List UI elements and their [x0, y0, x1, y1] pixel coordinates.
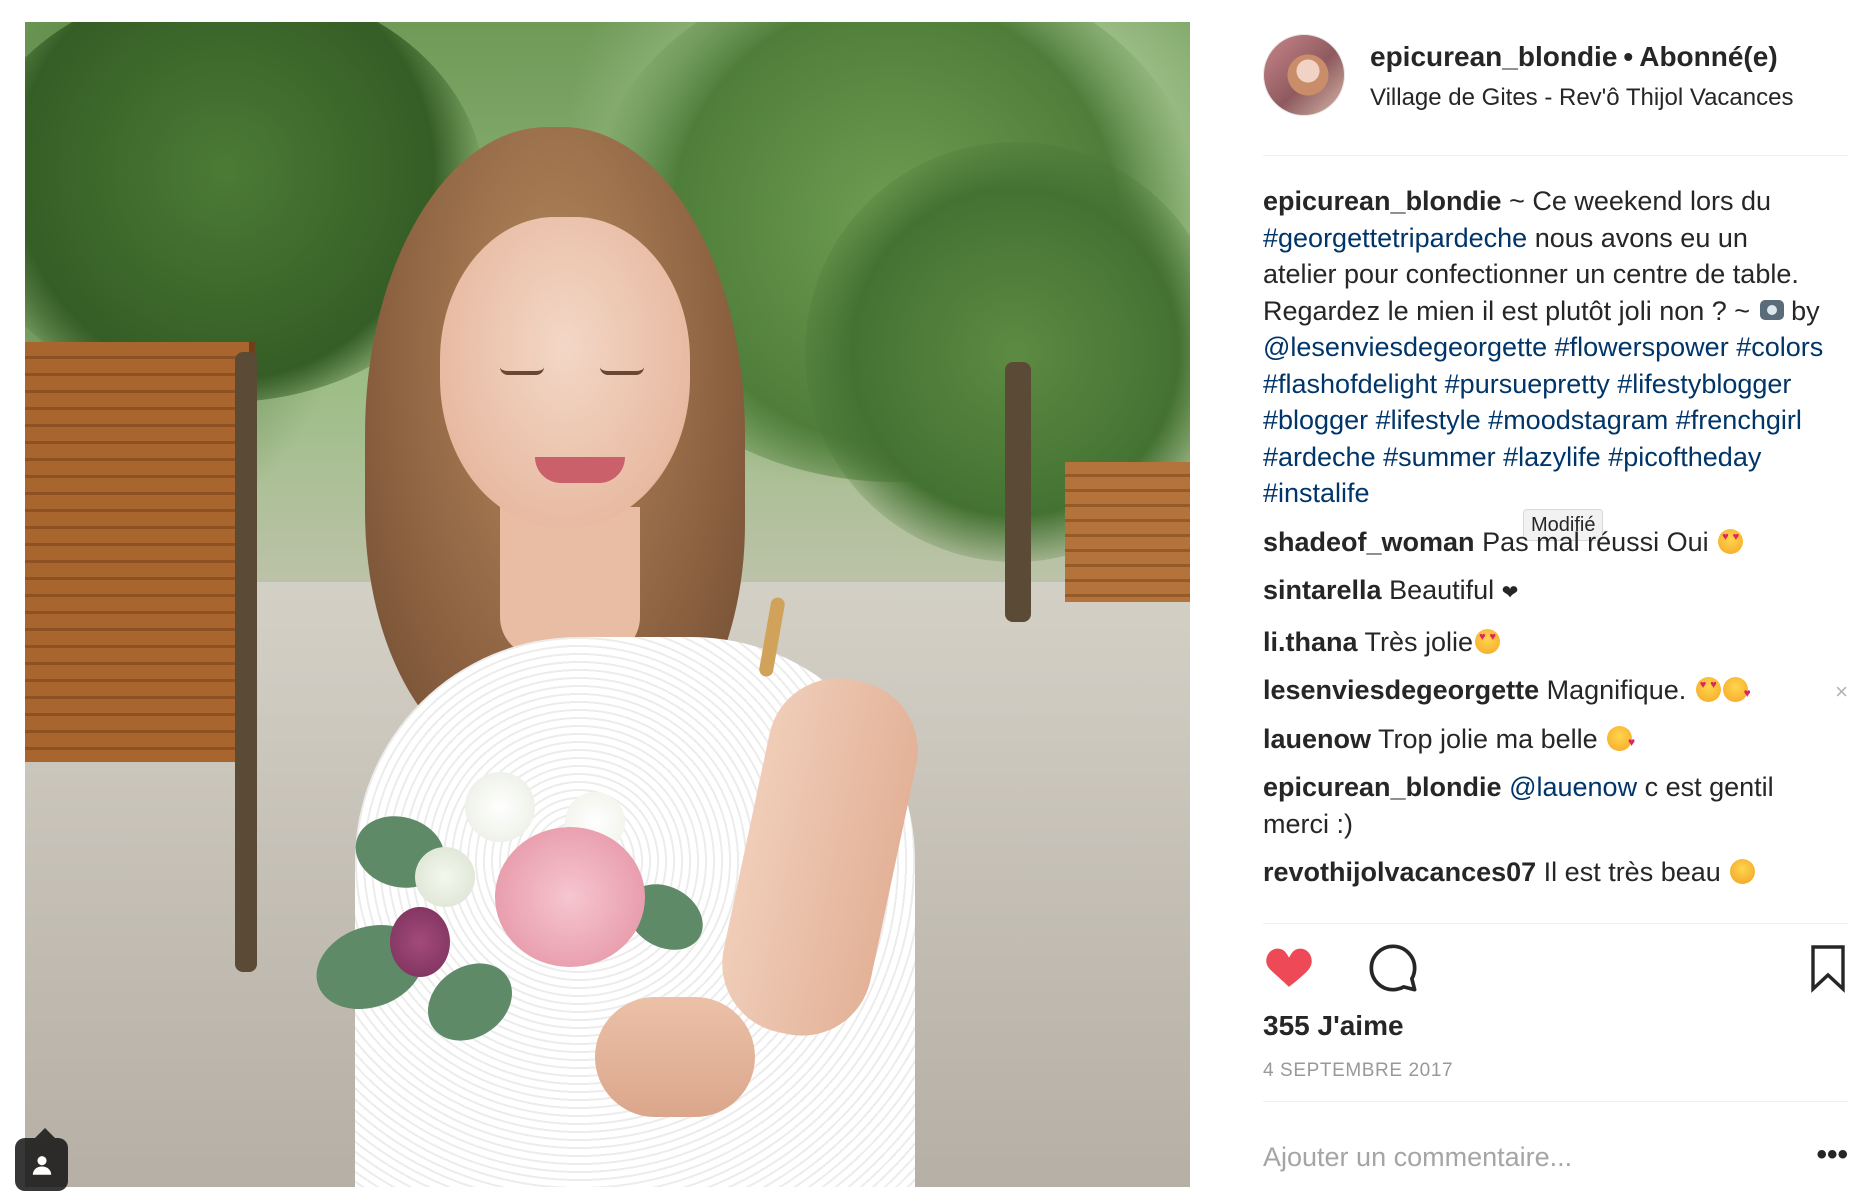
divider	[1263, 1101, 1848, 1102]
caption-text: ~ Ce weekend lors du	[1509, 186, 1771, 216]
author-username[interactable]: epicurean_blondie	[1370, 41, 1617, 72]
photo-bouquet	[295, 717, 795, 1117]
more-options-button[interactable]: •••	[1816, 1140, 1848, 1170]
author-line: epicurean_blondie • Abonné(e)	[1370, 41, 1778, 73]
heart-filled-icon[interactable]	[1263, 942, 1315, 994]
comment-item: revothijolvacances07 Il est très beau	[1263, 854, 1828, 891]
photo-hand	[595, 997, 755, 1117]
hashtag[interactable]: #instalife	[1263, 478, 1370, 508]
comment-item: shadeof_woman Pas mal réussi Oui	[1263, 524, 1828, 561]
photo-lips	[535, 457, 625, 483]
photo-neck	[500, 507, 640, 657]
photo-eye	[500, 367, 544, 375]
post-date[interactable]: 4 SEPTEMBRE 2017	[1263, 1060, 1453, 1082]
post-photo[interactable]	[25, 22, 1190, 1187]
hashtag[interactable]: #colors	[1736, 332, 1823, 362]
comment-item: lauenow Trop jolie ma belle	[1263, 721, 1828, 761]
user-tag-button[interactable]	[15, 1128, 68, 1191]
hashtag[interactable]: #blogger	[1263, 405, 1368, 435]
mention[interactable]: @lesenviesdegeorgette	[1263, 332, 1547, 362]
action-bar	[1263, 942, 1848, 1002]
comment-item: lesenviesdegeorgette Magnifique. ×	[1263, 672, 1848, 712]
comment-item: sintarella Beautiful ❤	[1263, 572, 1828, 612]
add-comment-input[interactable]: Ajouter un commentaire...	[1263, 1142, 1572, 1173]
photo-flower	[415, 847, 475, 907]
comments-list[interactable]: epicurean_blondie ~ Ce weekend lors du #…	[1263, 183, 1848, 923]
likes-count[interactable]: 355 J'aime	[1263, 1010, 1404, 1042]
hug-emoji-icon	[1730, 859, 1756, 884]
hashtag[interactable]: #moodstagram	[1488, 405, 1668, 435]
comment-username[interactable]: li.thana	[1263, 627, 1358, 657]
kiss-emoji-icon	[1722, 675, 1751, 712]
hashtag[interactable]: #georgettetripardeche	[1263, 223, 1527, 253]
black-heart-emoji-icon: ❤	[1501, 582, 1519, 604]
photo-trunk	[235, 352, 257, 972]
bookmark-icon[interactable]	[1808, 942, 1848, 994]
hashtag[interactable]: #summer	[1383, 442, 1496, 472]
heart-eyes-emoji-icon	[1718, 528, 1744, 554]
hashtag[interactable]: #ardeche	[1263, 442, 1376, 472]
caption: epicurean_blondie ~ Ce weekend lors du #…	[1263, 183, 1828, 541]
delete-comment-button[interactable]: ×	[1835, 674, 1848, 711]
hashtag[interactable]: #lazylife	[1503, 442, 1601, 472]
divider	[1263, 923, 1848, 924]
photo-flower	[495, 827, 645, 967]
hashtag[interactable]: #flowerspower	[1555, 332, 1729, 362]
hashtag[interactable]: #flashofdelight	[1263, 369, 1437, 399]
comment-text: Il est très beau	[1543, 857, 1721, 887]
photo-flower	[390, 907, 450, 977]
comment-username[interactable]: sintarella	[1263, 575, 1382, 605]
separator-dot: •	[1623, 41, 1634, 72]
heart-eyes-emoji-icon	[1695, 677, 1721, 702]
comment-text: Trop jolie ma belle	[1378, 723, 1598, 754]
comment-username[interactable]: lauenow	[1263, 724, 1371, 754]
photo-eye	[600, 367, 644, 375]
divider	[1263, 155, 1848, 156]
follow-status[interactable]: Abonné(e)	[1639, 41, 1777, 72]
caption-text: by	[1791, 295, 1820, 326]
camera-emoji-icon	[1759, 299, 1784, 320]
comment-username[interactable]: shadeof_woman	[1263, 527, 1475, 557]
avatar[interactable]	[1263, 34, 1345, 116]
post-header: epicurean_blondie • Abonné(e) Village de G…	[1263, 34, 1848, 124]
hashtag[interactable]: #lifestyle	[1376, 405, 1481, 435]
hashtag[interactable]: #picoftheday	[1608, 442, 1761, 472]
caption-username[interactable]: epicurean_blondie	[1263, 186, 1502, 216]
comment-text: Très jolie	[1364, 626, 1474, 657]
comment-item: li.thana Très jolie	[1263, 624, 1828, 661]
comment-text: Pas mal réussi Oui	[1482, 526, 1709, 557]
hashtag[interactable]: #frenchgirl	[1676, 405, 1802, 435]
post-side-panel: epicurean_blondie • Abonné(e) Village de G…	[1263, 0, 1848, 1198]
comment-username[interactable]: revothijolvacances07	[1263, 857, 1536, 887]
comment-item: epicurean_blondie @lauenow c est gentil …	[1263, 769, 1828, 842]
person-icon	[32, 1155, 51, 1175]
location-link[interactable]: Village de Gites - Rev'ô Thijol Vacances	[1370, 84, 1793, 112]
photo-cabin	[25, 342, 255, 762]
comment-username[interactable]: epicurean_blondie	[1263, 772, 1502, 802]
heart-eyes-emoji-icon	[1475, 628, 1501, 654]
photo-subject	[304, 117, 1085, 1187]
mention[interactable]: @lauenow	[1509, 772, 1637, 802]
comment-text: Beautiful	[1389, 575, 1495, 605]
comment-text: Magnifique.	[1546, 675, 1687, 705]
photo-flower	[465, 772, 535, 842]
kiss-emoji-icon	[1607, 724, 1635, 760]
hashtag[interactable]: #lifestyblogger	[1617, 369, 1791, 399]
speech-bubble-icon[interactable]	[1367, 942, 1419, 994]
hashtag[interactable]: #pursuepretty	[1445, 369, 1610, 399]
comment-username[interactable]: lesenviesdegeorgette	[1263, 675, 1539, 705]
